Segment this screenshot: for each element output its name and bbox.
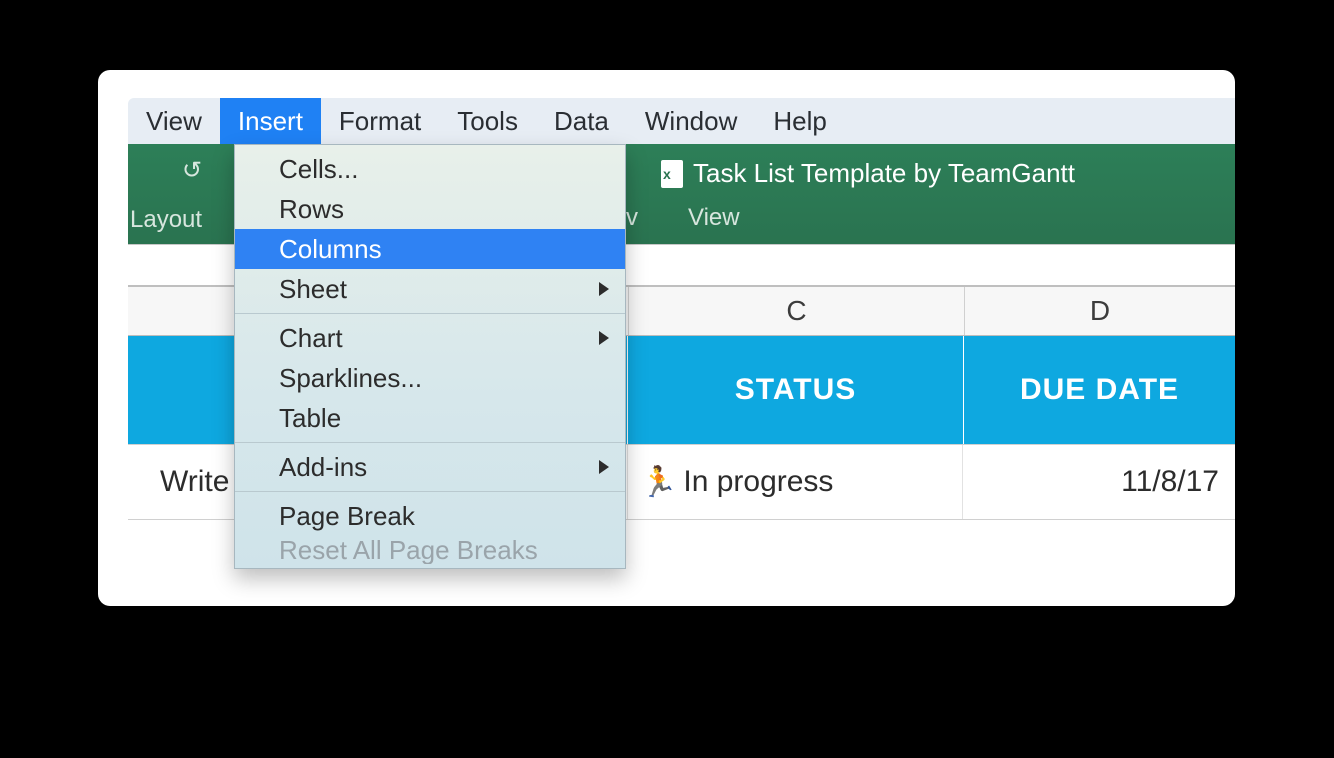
menu-view[interactable]: View: [128, 98, 220, 144]
insert-chart[interactable]: Chart: [235, 318, 625, 358]
running-person-icon: 🏃: [640, 465, 677, 500]
menu-insert[interactable]: Insert: [220, 98, 321, 144]
menu-window[interactable]: Window: [627, 98, 755, 144]
app-window: View Insert Format Tools Data Window Hel…: [98, 70, 1235, 606]
insert-add-ins-label: Add-ins: [279, 452, 367, 483]
ribbon-view-tab[interactable]: View: [688, 204, 740, 232]
insert-columns[interactable]: Columns: [235, 229, 625, 269]
menu-tools[interactable]: Tools: [439, 98, 536, 144]
menu-format[interactable]: Format: [321, 98, 439, 144]
menu-help[interactable]: Help: [755, 98, 844, 144]
insert-table-label: Table: [279, 403, 341, 434]
undo-icon[interactable]: ↺: [182, 156, 202, 185]
insert-table[interactable]: Table: [235, 398, 625, 438]
insert-dropdown: Cells... Rows Columns Sheet Chart: [234, 144, 626, 569]
document-title-text: Task List Template by TeamGantt: [693, 158, 1075, 189]
submenu-arrow-icon: [599, 331, 609, 345]
ribbon-tab-edge: v: [626, 204, 638, 232]
insert-sparklines-label: Sparklines...: [279, 363, 422, 394]
insert-cells-label: Cells...: [279, 154, 358, 185]
insert-sheet[interactable]: Sheet: [235, 269, 625, 309]
column-header-d[interactable]: D: [964, 287, 1235, 335]
insert-page-break[interactable]: Page Break: [235, 496, 625, 536]
menu-data[interactable]: Data: [536, 98, 627, 144]
insert-sparklines[interactable]: Sparklines...: [235, 358, 625, 398]
insert-cells[interactable]: Cells...: [235, 149, 625, 189]
insert-add-ins[interactable]: Add-ins: [235, 447, 625, 487]
ribbon-layout-label[interactable]: Layout: [130, 206, 202, 234]
insert-columns-label: Columns: [279, 234, 382, 265]
insert-reset-page-breaks-label: Reset All Page Breaks: [279, 536, 538, 564]
table-header-due-date: DUE DATE: [964, 336, 1235, 444]
cell-status[interactable]: 🏃 In progress: [628, 445, 963, 519]
app-inner: View Insert Format Tools Data Window Hel…: [128, 98, 1235, 606]
submenu-arrow-icon: [599, 460, 609, 474]
column-header-c[interactable]: C: [628, 287, 964, 335]
cell-status-text: In progress: [683, 465, 833, 499]
insert-page-break-label: Page Break: [279, 501, 415, 532]
submenu-arrow-icon: [599, 282, 609, 296]
insert-sheet-label: Sheet: [279, 274, 347, 305]
table-header-status: STATUS: [628, 336, 964, 444]
menubar: View Insert Format Tools Data Window Hel…: [128, 98, 1235, 144]
document-title: Task List Template by TeamGantt: [661, 158, 1075, 189]
insert-chart-label: Chart: [279, 323, 343, 354]
cell-due-date[interactable]: 11/8/17: [963, 445, 1235, 519]
insert-rows[interactable]: Rows: [235, 189, 625, 229]
insert-rows-label: Rows: [279, 194, 344, 225]
insert-reset-page-breaks[interactable]: Reset All Page Breaks: [235, 536, 625, 564]
excel-file-icon: [661, 160, 683, 188]
